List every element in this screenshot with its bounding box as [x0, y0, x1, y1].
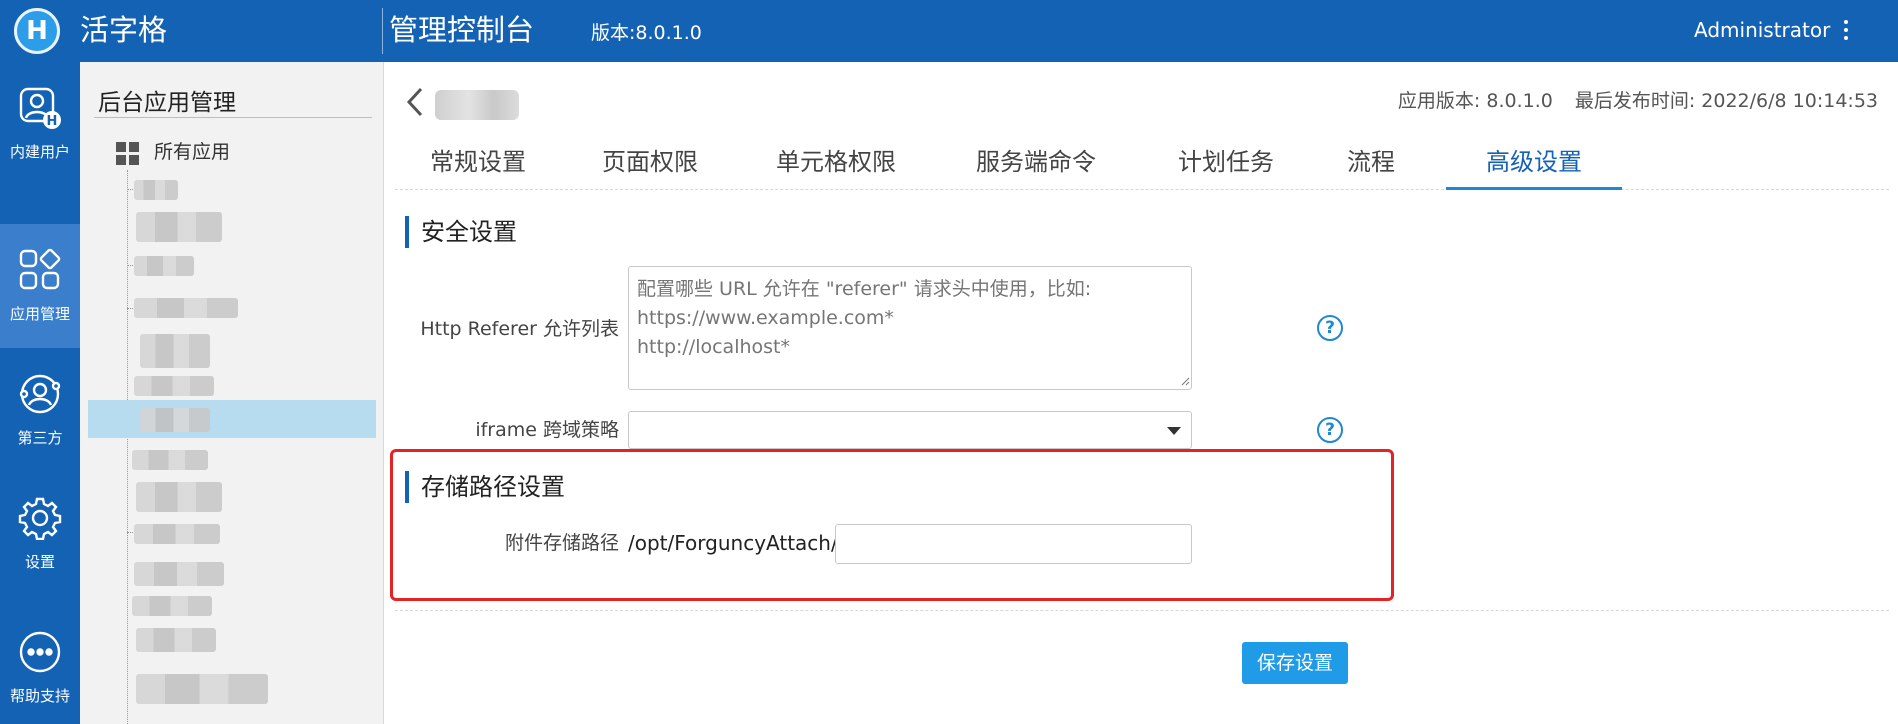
tree-item-blurred[interactable] [140, 408, 210, 432]
more-vertical-icon[interactable] [1838, 16, 1854, 46]
section-title-security: 安全设置 [405, 216, 517, 248]
apps-grid-icon [19, 248, 61, 290]
tree-item-blurred[interactable] [136, 674, 268, 704]
tree-item-blurred[interactable] [134, 562, 224, 586]
more-circle-icon [19, 631, 61, 673]
tree-item-blurred[interactable] [140, 334, 210, 368]
top-header: H 活字格 管理控制台 版本:8.0.1.0 Administrator [0, 0, 1898, 62]
tab-cell-permission[interactable]: 单元格权限 [763, 140, 909, 190]
tab-scheduled-task[interactable]: 计划任务 [1163, 140, 1289, 190]
tree-item-blurred[interactable] [134, 376, 214, 396]
tree-item-blurred[interactable] [136, 482, 222, 512]
help-icon[interactable]: ? [1317, 417, 1343, 443]
divider [94, 117, 372, 118]
resize-grip-icon[interactable] [1180, 376, 1190, 386]
tree-item-blurred[interactable] [136, 212, 222, 242]
last-published-time: 最后发布时间: 2022/6/8 10:14:53 [1574, 90, 1878, 112]
tree-item-blurred[interactable] [134, 256, 194, 276]
tree-item-blurred[interactable] [132, 596, 212, 616]
attachment-path-input[interactable] [835, 524, 1192, 564]
app-title-blurred [435, 90, 519, 120]
tab-workflow[interactable]: 流程 [1335, 140, 1407, 190]
tree-item-blurred[interactable] [136, 628, 216, 652]
grid-icon [116, 142, 140, 166]
logo-icon: H [14, 8, 60, 54]
nav-label: 帮助支持 [9, 687, 70, 705]
iframe-policy-select[interactable] [628, 411, 1192, 449]
divider [395, 610, 1889, 611]
nav-item-settings[interactable]: 设置 [0, 472, 80, 596]
section-title-storage: 存储路径设置 [405, 471, 565, 503]
tab-page-permission[interactable]: 页面权限 [589, 140, 711, 190]
tree-connector [127, 170, 128, 724]
nav-label: 设置 [24, 553, 55, 571]
tree-item-blurred[interactable] [134, 180, 178, 200]
tree-root-all-apps[interactable]: 所有应用 [154, 139, 230, 165]
tree-selected-row[interactable] [88, 400, 376, 438]
user-menu[interactable]: Administrator [1694, 17, 1830, 43]
help-icon[interactable]: ? [1317, 315, 1343, 341]
save-settings-button[interactable]: 保存设置 [1242, 642, 1348, 684]
app-version: 应用版本: 8.0.1.0 [1397, 90, 1553, 112]
tab-server-command[interactable]: 服务端命令 [961, 140, 1111, 190]
iframe-policy-label: iframe 跨域策略 [475, 419, 619, 441]
gear-icon [18, 497, 62, 540]
console-title: 管理控制台 [389, 13, 535, 47]
nav-label: 第三方 [17, 429, 63, 447]
header-divider [382, 8, 383, 54]
nav-item-app-management[interactable]: 应用管理 [0, 224, 80, 348]
svg-text:H: H [47, 114, 58, 129]
tree-tick [127, 189, 133, 190]
app-meta: 应用版本: 8.0.1.0 最后发布时间: 2022/6/8 10:14:53 [1398, 88, 1878, 114]
nav-item-third-party[interactable]: 第三方 [0, 348, 80, 472]
nav-item-builtin-users[interactable]: H 内建用户 [0, 62, 80, 186]
app-tree-panel: 后台应用管理 所有应用 [80, 62, 384, 724]
nav-item-help[interactable]: 帮助支持 [0, 606, 80, 724]
dropdown-caret-icon [1167, 427, 1181, 435]
referer-allowlist-textarea[interactable] [628, 266, 1192, 390]
tree-tick [127, 532, 133, 533]
back-arrow-icon[interactable] [403, 84, 427, 120]
app-name: 活字格 [80, 13, 168, 47]
nav-label: 内建用户 [9, 143, 70, 161]
nav-label: 应用管理 [9, 305, 70, 323]
tree-tick [127, 265, 133, 266]
version-label: 版本:8.0.1.0 [591, 22, 702, 44]
settings-tabs: 常规设置 页面权限 单元格权限 服务端命令 计划任务 流程 高级设置 [395, 140, 1889, 190]
tree-item-blurred[interactable] [134, 524, 220, 544]
referer-label: Http Referer 允许列表 [420, 318, 619, 340]
tree-title: 后台应用管理 [98, 90, 236, 116]
attachment-path-label: 附件存储路径 [504, 532, 619, 554]
main-content: 应用版本: 8.0.1.0 最后发布时间: 2022/6/8 10:14:53 常… [385, 62, 1898, 724]
left-nav: H 内建用户 应用管理 第三方 设置 帮助支持 [0, 62, 80, 724]
tree-item-blurred[interactable] [134, 298, 238, 318]
tab-advanced[interactable]: 高级设置 [1446, 140, 1622, 190]
user-badge-icon: H [19, 87, 61, 129]
third-party-icon [19, 374, 61, 414]
tree-tick [127, 308, 133, 309]
tree-item-blurred[interactable] [132, 450, 208, 470]
tab-general[interactable]: 常规设置 [415, 140, 541, 190]
attachment-path-prefix: /opt/ForguncyAttach/ [628, 531, 838, 555]
